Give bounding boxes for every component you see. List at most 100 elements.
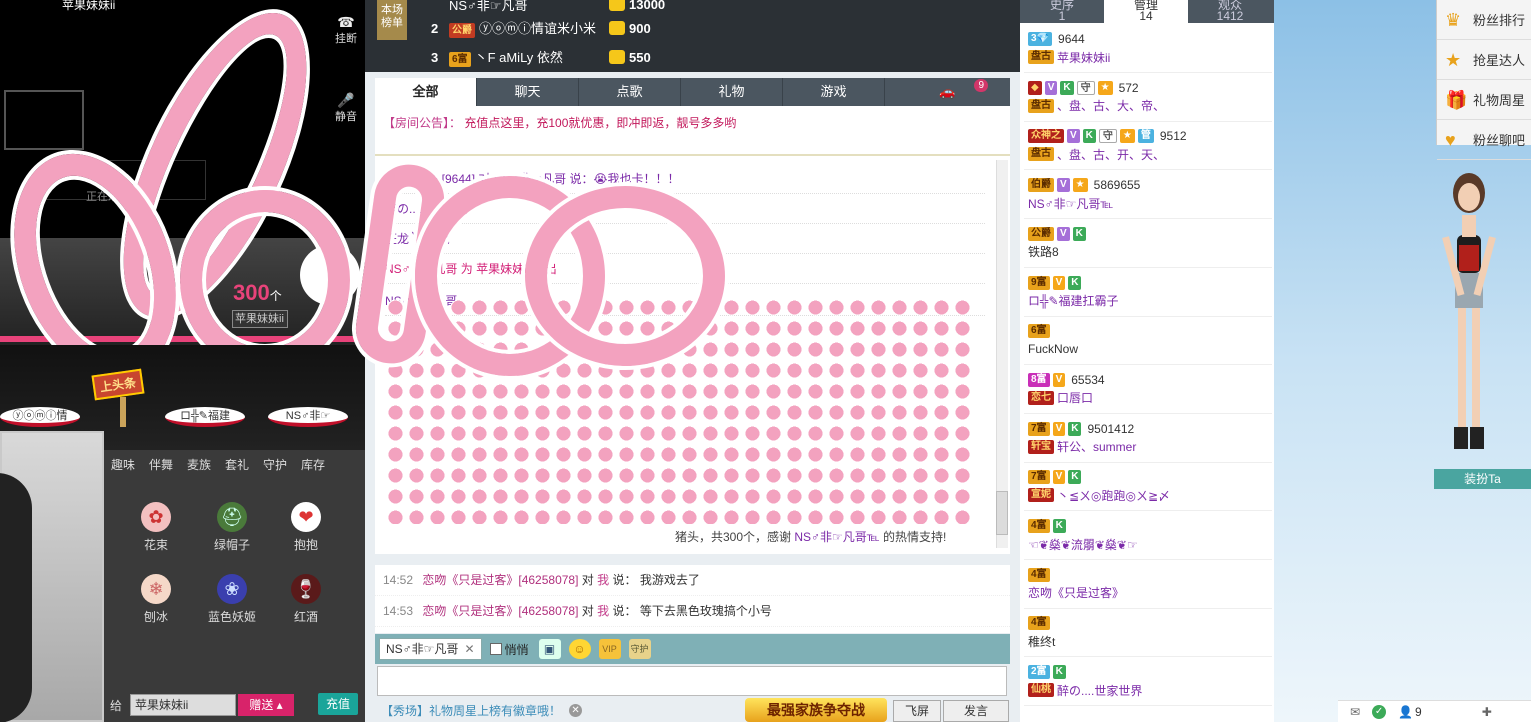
guard-icon[interactable]: 守护 bbox=[628, 639, 651, 659]
emoji-icon[interactable]: ☺ bbox=[568, 639, 591, 659]
hangup-button[interactable]: ☎ 挂断 bbox=[331, 14, 361, 46]
tab-game[interactable]: 游戏 bbox=[783, 78, 885, 106]
expand-icon[interactable]: ✚ bbox=[1482, 705, 1492, 719]
user-nickname[interactable]: 醉の....世家世界 bbox=[1057, 682, 1142, 699]
rose-bouquet-icon: ✿ bbox=[141, 502, 171, 532]
gift-red-wine[interactable]: 🍷 红酒 bbox=[276, 574, 336, 625]
gift-tab-mic[interactable]: 麦族 bbox=[180, 450, 218, 480]
user-badge: K bbox=[1052, 519, 1066, 533]
gift-bouquet[interactable]: ✿ 花束 bbox=[126, 502, 186, 553]
gift-thanks: 猪头，共300个，感谢 NS♂非☞凡哥℡ 的热情支持! bbox=[675, 530, 947, 544]
checkbox-box[interactable] bbox=[489, 643, 502, 655]
user-row[interactable]: 6富 FuckNow bbox=[1024, 317, 1272, 366]
user-row[interactable]: 7富 V K 9501412 轩宝 轩公、summer bbox=[1024, 415, 1272, 463]
user-name-line: 盘古 、盘、古、大、帝、 bbox=[1028, 97, 1268, 115]
podium-3[interactable]: NS♂非☞ bbox=[268, 407, 348, 427]
tab-history[interactable]: 史序 1 bbox=[1020, 0, 1104, 23]
user-row[interactable]: 7富 V K 宣妮 丶≦ㄨ◎跑跑◎ㄨ≧〆 bbox=[1024, 463, 1272, 512]
user-nickname[interactable]: 苹果妹妹ii bbox=[1057, 49, 1110, 66]
vip-icon[interactable]: VIP bbox=[598, 639, 621, 659]
promo-link[interactable]: 【秀场】礼物周星上榜有徽章哦！ bbox=[381, 702, 561, 719]
dropdown-arrow-icon[interactable]: ▴ bbox=[277, 698, 283, 712]
family-battle-banner[interactable]: 最强家族争夺战 bbox=[745, 698, 887, 722]
user-nickname[interactable]: 、盘、古、大、帝、 bbox=[1057, 97, 1165, 114]
rank-label[interactable]: 本场榜单 bbox=[377, 0, 407, 40]
gift-hug[interactable]: ❤ 抱抱 bbox=[276, 502, 336, 553]
give-target-input[interactable]: 苹果妹妹ii bbox=[130, 694, 237, 716]
gift-green-hat[interactable]: ⛑ 绿帽子 bbox=[202, 502, 262, 553]
user-nickname[interactable]: 丶≦ㄨ◎跑跑◎ㄨ≧〆 bbox=[1057, 487, 1170, 504]
user-nickname[interactable]: 铁路8 bbox=[1028, 243, 1059, 260]
gift-weekly-star-button[interactable]: 🎁 礼物周星 bbox=[1437, 80, 1531, 120]
user-row[interactable]: 公爵 V K 铁路8 bbox=[1024, 220, 1272, 268]
fan-chat-button[interactable]: ♥ 粉丝聊吧 bbox=[1437, 120, 1531, 160]
tab-car[interactable]: 🚗 9 bbox=[885, 78, 1010, 106]
user-badge: ◆ bbox=[1028, 80, 1042, 95]
green-hat-icon: ⛑ bbox=[217, 502, 247, 532]
top-headline-sign[interactable]: 上头条 bbox=[91, 368, 145, 401]
family-badge: 仙桃 bbox=[1028, 683, 1054, 698]
chat-input[interactable] bbox=[377, 666, 1007, 696]
user-row[interactable]: ◆ V K 守 ★ 572 盘古 、盘、古、大、帝、 bbox=[1024, 74, 1272, 122]
user-row[interactable]: 4富 恋吻《只是过客》 bbox=[1024, 561, 1272, 609]
give-button[interactable]: 赠送 ▴ bbox=[238, 694, 295, 716]
user-row[interactable]: 9富 V K ロ╬✎福建扛霸子 bbox=[1024, 269, 1272, 317]
user-row[interactable]: 众神之 V K 守 ★ 管 9512 盘古 、盘、古、开、天、 bbox=[1024, 122, 1272, 171]
user-nickname[interactable]: ロ╬✎福建扛霸子 bbox=[1028, 292, 1119, 309]
chat-scroll-thumb[interactable] bbox=[996, 491, 1008, 535]
gift-tab-stock[interactable]: 库存 bbox=[294, 450, 332, 480]
dress-up-button[interactable]: 装扮Ta bbox=[1434, 469, 1531, 489]
tab-all[interactable]: 全部 bbox=[375, 78, 477, 106]
user-row[interactable]: 4富 K ☜❦燊❦流朤❦燊❦☞ bbox=[1024, 512, 1272, 560]
tab-gift[interactable]: 礼物 bbox=[681, 78, 783, 106]
podium-2[interactable]: ロ╬✎福建 bbox=[165, 407, 245, 427]
check-icon[interactable]: ✓ bbox=[1372, 704, 1387, 719]
image-icon[interactable]: ▣ bbox=[538, 639, 561, 659]
fly-screen-button[interactable]: 飞屏 bbox=[893, 700, 941, 722]
rank-row-3[interactable]: 3 6富 丶F aMiLy 依然 550 bbox=[431, 44, 651, 70]
user-nickname[interactable]: 稚终t bbox=[1028, 633, 1055, 650]
close-promo-icon[interactable]: ✕ bbox=[569, 703, 583, 717]
tab-admin[interactable]: 管理 14 bbox=[1104, 0, 1188, 23]
mail-icon[interactable]: ✉ bbox=[1350, 705, 1360, 719]
gift-tab-dance[interactable]: 伴舞 bbox=[142, 450, 180, 480]
user-nickname[interactable]: 恋吻《只是过客》 bbox=[1028, 584, 1124, 601]
send-button[interactable]: 发言 bbox=[943, 700, 1009, 722]
tab-audience[interactable]: 观众 1412 bbox=[1188, 0, 1272, 23]
user-row[interactable]: 3💎 9644 盘古 苹果妹妹ii bbox=[1024, 25, 1272, 73]
star-grabber-button[interactable]: ★ 抢星达人 bbox=[1437, 40, 1531, 80]
user-badges: 7富 V K bbox=[1028, 468, 1268, 486]
user-row[interactable]: 伯爵 V ★ 5869655 NS♂非☞凡哥℡ bbox=[1024, 171, 1272, 220]
gift-blue-rose[interactable]: ❀ 蓝色妖姬 bbox=[202, 574, 262, 625]
user-nickname[interactable]: 轩公、summer bbox=[1057, 438, 1136, 455]
user-nickname[interactable]: ☜❦燊❦流朤❦燊❦☞ bbox=[1028, 536, 1138, 553]
user-nickname[interactable]: 、盘、古、开、天、 bbox=[1057, 146, 1165, 163]
user-badges: 公爵 V K bbox=[1028, 225, 1268, 243]
user-badge: V bbox=[1052, 275, 1066, 290]
chat-scrollbar[interactable] bbox=[996, 160, 1008, 548]
user-row[interactable]: 2富 K 仙桃 醉の....世家世界 bbox=[1024, 658, 1272, 707]
user-row[interactable]: 4富 稚终t bbox=[1024, 609, 1272, 658]
rank-row-2[interactable]: 2 公爵 ⓨⓞⓜⓘ情谊米小米 900 bbox=[431, 15, 651, 41]
user-row[interactable]: 8富 V 65534 恋七 口唇口 bbox=[1024, 366, 1272, 414]
user-badge: K bbox=[1060, 80, 1074, 95]
notice-link[interactable]: 充值点这里，充100就优惠，即冲即返，靓号多多哟 bbox=[464, 116, 736, 130]
gift-shaved-ice[interactable]: ❄ 刨冰 bbox=[126, 574, 186, 625]
recharge-button[interactable]: 充值 bbox=[318, 693, 358, 715]
gift-tab-fun[interactable]: 趣味 bbox=[104, 450, 142, 480]
user-nickname[interactable]: FuckNow bbox=[1028, 342, 1078, 356]
user-badge: 众神之 bbox=[1028, 129, 1064, 144]
tab-song[interactable]: 点歌 bbox=[579, 78, 681, 106]
user-name-line: 恋七 口唇口 bbox=[1028, 389, 1268, 407]
user-nickname[interactable]: 口唇口 bbox=[1057, 389, 1093, 406]
user-nickname[interactable]: NS♂非☞凡哥℡ bbox=[1028, 195, 1113, 212]
fan-rank-button[interactable]: ♛ 粉丝排行 bbox=[1437, 0, 1531, 40]
podium-1[interactable]: ⓨⓞⓜⓘ情 bbox=[0, 407, 80, 427]
gift-tab-guard[interactable]: 守护 bbox=[256, 450, 294, 480]
whisper-checkbox[interactable]: 悄悄 bbox=[489, 641, 529, 658]
close-icon[interactable]: ✕ bbox=[464, 642, 474, 656]
mute-button[interactable]: 🎤 静音 bbox=[331, 92, 361, 124]
tab-chat[interactable]: 聊天 bbox=[477, 78, 579, 106]
gift-tab-set[interactable]: 套礼 bbox=[218, 450, 256, 480]
chat-target-select[interactable]: NS♂非☞凡哥 ✕ bbox=[379, 638, 482, 660]
